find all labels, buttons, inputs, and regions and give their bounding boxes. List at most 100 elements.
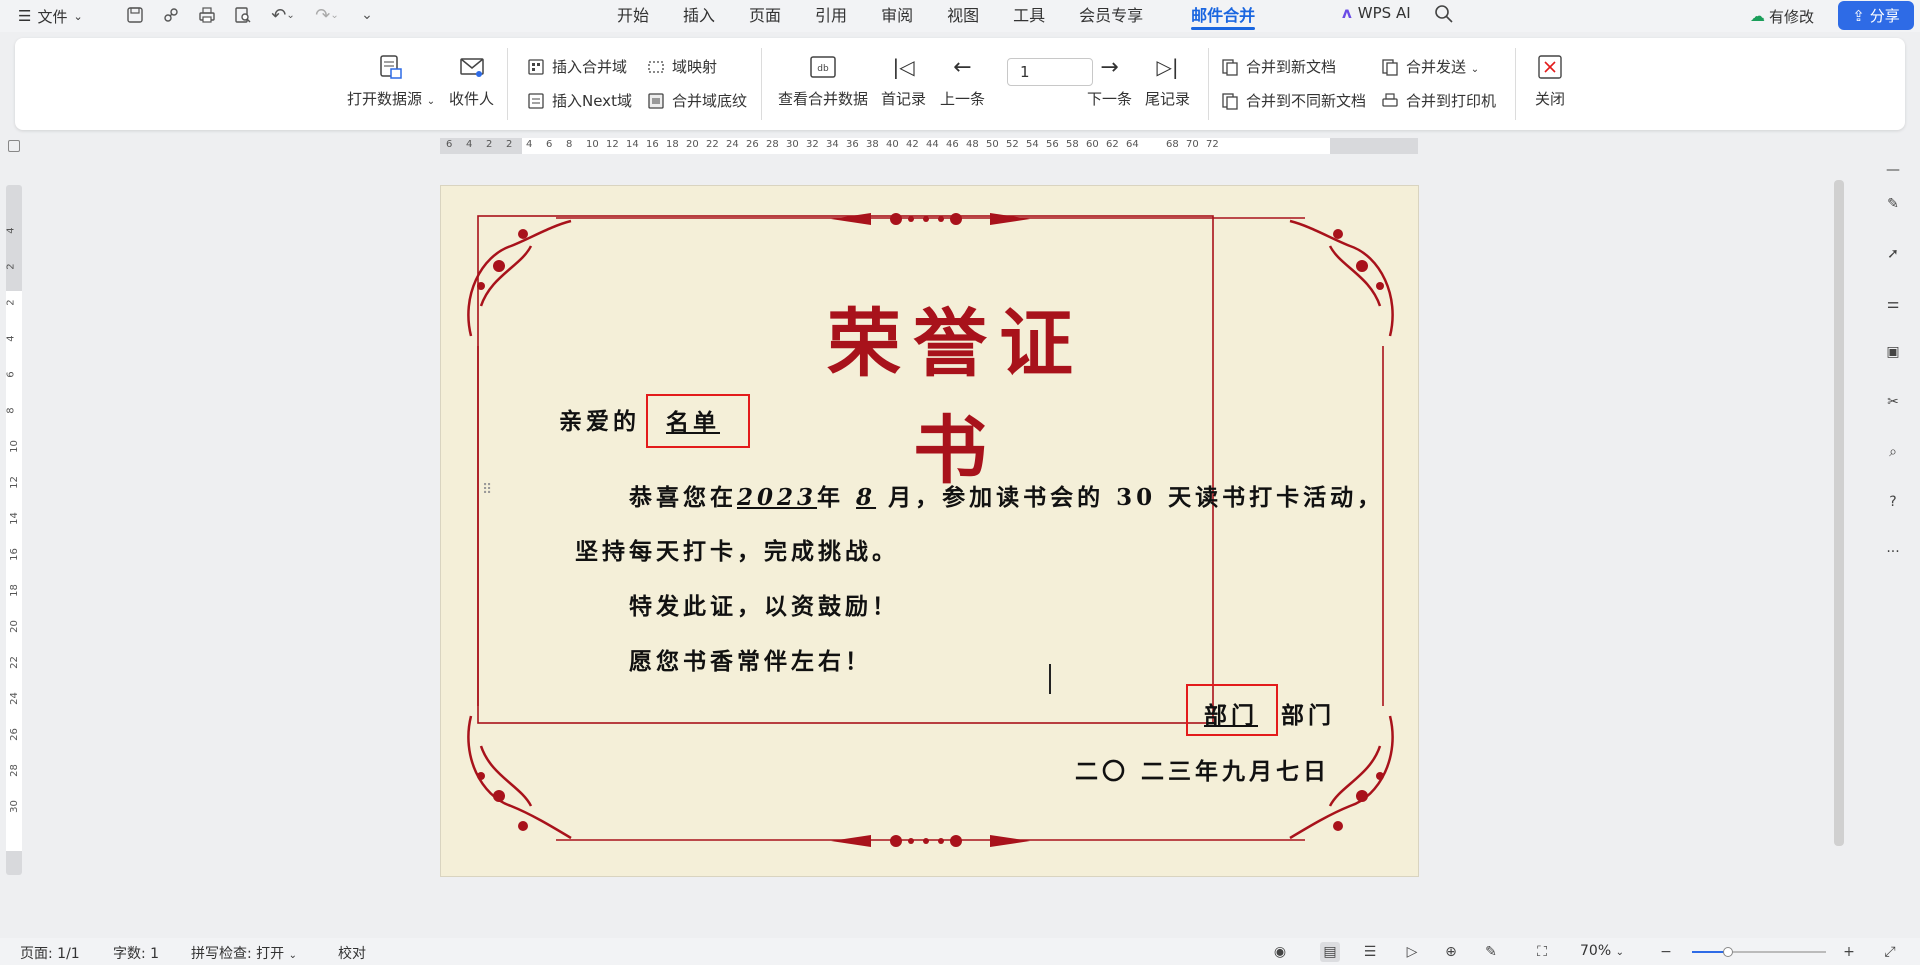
vertical-ruler[interactable]: 4 2 2 4 6 8 10 12 14 16 18 20 22 24 26 28 30 [6, 185, 22, 875]
share-label: 分享 [1869, 7, 1900, 25]
zoom-slider-knob[interactable] [1723, 947, 1734, 957]
print-icon[interactable] [196, 4, 218, 26]
paragraph-drag-handle-icon[interactable]: ⠿ [482, 482, 492, 498]
tab-references[interactable]: 引用 [798, 0, 864, 32]
ruler-tick-label: 2 [506, 139, 513, 150]
merge-printer-button[interactable]: 合并到打印机 [1380, 90, 1496, 111]
tab-page[interactable]: 页面 [732, 0, 798, 32]
word-count[interactable]: 字数: 1 [113, 943, 159, 963]
collapse-icon[interactable]: — [1881, 158, 1905, 182]
next-record-button[interactable]: → 下一条 [1087, 52, 1132, 109]
dept-merge-field: 部门 [1204, 702, 1258, 729]
merge-send-button[interactable]: 合并发送 ⌄ [1380, 56, 1479, 77]
merge-send-label: 合并发送 ⌄ [1406, 58, 1480, 76]
last-record-button[interactable]: ▷| 尾记录 [1145, 52, 1190, 109]
pen-icon[interactable]: ✎ [1881, 192, 1905, 216]
fit-page-icon[interactable]: ⛶ [1532, 942, 1552, 962]
page-view-icon[interactable]: ▤ [1320, 942, 1340, 962]
tab-mail-merge[interactable]: 邮件合并 [1174, 0, 1272, 32]
arrow-right-icon: → [1100, 54, 1119, 80]
document-page[interactable]: 荣誉证书 亲爱的 名单 ⠿ 恭喜您在2023年 8 月，参加读书会的 30 天读… [440, 185, 1419, 877]
map-search-icon[interactable]: ⌕ [1881, 440, 1905, 464]
tab-member[interactable]: 会员专享 [1062, 0, 1160, 32]
ruler-tick-label: 22 [706, 139, 719, 150]
field-mapping-button[interactable]: 域映射 [646, 56, 717, 77]
undo-icon[interactable]: ↶ ⌄ [268, 4, 298, 26]
page-indicator[interactable]: 页面: 1/1 [20, 943, 80, 963]
merge-field-shading-button[interactable]: 合并域底纹 [646, 90, 747, 111]
proofread-button[interactable]: 校对 [338, 943, 366, 963]
outline-view-icon[interactable]: ☰ [1360, 942, 1380, 962]
insert-next-field-button[interactable]: 插入Next域 [526, 90, 632, 111]
tab-tools[interactable]: 工具 [996, 0, 1062, 32]
tools-icon[interactable]: ✂ [1881, 390, 1905, 414]
share-icon: ⇪ [1852, 6, 1865, 25]
record-number-input[interactable]: 1 [1007, 58, 1093, 86]
merge-new-doc-button[interactable]: 合并到新文档 [1220, 56, 1336, 77]
ruler-tick-label: 12 [606, 139, 619, 150]
arrow-left-icon: ← [953, 54, 972, 80]
zoom-slider[interactable] [1692, 947, 1826, 957]
ruler-tick-label: 20 [686, 139, 699, 150]
merge-send-icon [1380, 57, 1400, 77]
dept-merge-field-box[interactable]: 部门 [1186, 684, 1278, 736]
name-merge-field-box[interactable]: 名单 [646, 394, 750, 448]
spellcheck-toggle[interactable]: 拼写检查: 打开 ⌄ [191, 943, 297, 963]
more-icon[interactable]: ··· [1881, 540, 1905, 564]
first-record-button[interactable]: |◁ 首记录 [881, 52, 926, 109]
insert-merge-field-button[interactable]: 插入合并域 [526, 56, 627, 77]
new-doc-icon [1220, 57, 1240, 77]
ruler-tick-label: 6 [546, 139, 553, 150]
body-line-1-part-b: 年 [817, 484, 845, 511]
prev-record-button[interactable]: ← 上一条 [940, 52, 985, 109]
more-chevron-icon[interactable]: ⌄ [356, 4, 378, 26]
vertical-scrollbar-thumb[interactable] [1834, 180, 1844, 846]
help-icon[interactable]: ? [1881, 490, 1905, 514]
eye-icon[interactable]: ◉ [1270, 942, 1290, 962]
close-merge-button[interactable]: 关闭 [1535, 52, 1565, 109]
field-mapping-icon [646, 57, 666, 77]
tab-review[interactable]: 审阅 [864, 0, 930, 32]
ribbon-separator [761, 48, 762, 120]
web-view-icon[interactable]: ⊕ [1441, 942, 1461, 962]
tab-start[interactable]: 开始 [600, 0, 666, 32]
ruler-tick-label: 4 [5, 227, 17, 234]
share-button[interactable]: ⇪ 分享 [1838, 1, 1914, 30]
search-icon[interactable] [1434, 4, 1454, 28]
print-preview-icon[interactable] [232, 4, 254, 26]
pen-mode-icon[interactable]: ✎ [1481, 942, 1501, 962]
wps-ai-label: WPS AI [1357, 4, 1411, 22]
modified-status-button[interactable]: ☁ 有修改 [1750, 3, 1814, 29]
dept-suffix: 部门 [1281, 702, 1335, 729]
ribbon-tabs: 开始 插入 页面 引用 审阅 视图 工具 会员专享 邮件合并 [600, 0, 1272, 32]
merge-diff-docs-button[interactable]: 合并到不同新文档 [1220, 90, 1366, 111]
redo-icon[interactable]: ↷ ⌄ [312, 4, 342, 26]
tab-insert[interactable]: 插入 [666, 0, 732, 32]
ruler-tick-label: 28 [8, 764, 20, 777]
wps-ai-button[interactable]: ʌ WPS AI [1342, 4, 1411, 22]
first-record-label: 首记录 [881, 90, 927, 108]
cloud-icon: ☁ [1750, 7, 1765, 25]
next-record-label: 下一条 [1087, 90, 1133, 108]
image-edit-icon[interactable]: ▣ [1881, 340, 1905, 364]
view-merged-data-button[interactable]: db 查看合并数据 [778, 52, 868, 109]
play-icon[interactable]: ▷ [1402, 942, 1422, 962]
share-link-icon[interactable] [160, 4, 182, 26]
body-line-1: 恭喜您在2023年 8 月，参加读书会的 30 天读书打卡活动， [629, 478, 1384, 512]
tab-view[interactable]: 视图 [930, 0, 996, 32]
ruler-tick-label: 48 [966, 139, 979, 150]
ruler-corner[interactable] [8, 140, 20, 152]
save-icon[interactable] [124, 4, 146, 26]
zoom-level[interactable]: 70% ⌄ [1580, 943, 1624, 959]
recipients-button[interactable]: 收件人 [449, 52, 494, 109]
horizontal-ruler[interactable]: 6 4 2 2 4 6 8 10 12 14 16 18 20 22 24 26 28 30 32 34 36 38 40 4… [440, 138, 1418, 154]
open-datasource-button[interactable]: 打开数据源 ⌄ [347, 52, 435, 109]
file-menu[interactable]: ☰ 文件 ⌄ [18, 4, 83, 28]
ruler-tick-label: 60 [1086, 139, 1099, 150]
adjust-sliders-icon[interactable]: ⚌ [1881, 292, 1905, 316]
zoom-in-icon[interactable]: + [1839, 942, 1859, 962]
zoom-out-icon[interactable]: − [1656, 942, 1676, 962]
fullscreen-icon[interactable]: ⤢ [1880, 942, 1900, 962]
select-cursor-icon[interactable]: ➚ [1881, 242, 1905, 266]
ruler-tick-label: 6 [446, 139, 453, 150]
